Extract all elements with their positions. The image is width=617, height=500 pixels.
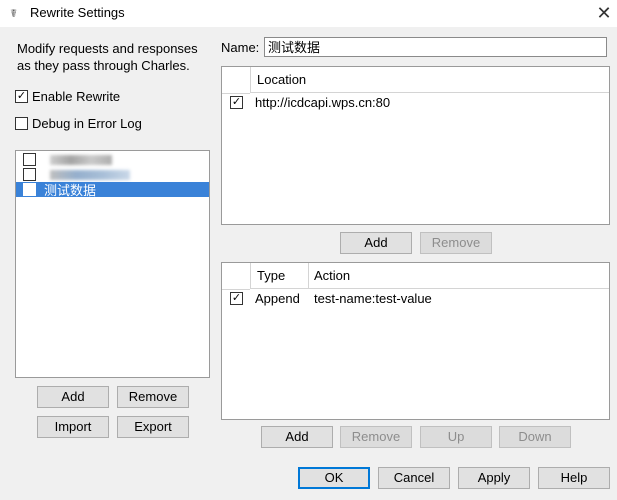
action-column-header[interactable]: Action [309,263,609,289]
list-item[interactable] [16,152,209,167]
remove-set-button[interactable]: Remove [117,386,189,408]
list-item-label-redacted [50,154,112,165]
name-label: Name: [221,40,260,55]
rule-row-type: Append [255,291,300,306]
list-item-label: 测试数据 [44,183,97,198]
cancel-button[interactable]: Cancel [378,467,450,489]
remove-location-button[interactable]: Remove [420,232,492,254]
export-button[interactable]: Export [117,416,189,438]
debug-error-log-check [15,117,28,130]
ok-button[interactable]: OK [298,467,370,489]
description-text: Modify requests and responses as they pa… [17,41,198,73]
locations-table[interactable]: Location ✓ http://icdcapi.wps.cn:80 [221,66,610,225]
add-rule-button[interactable]: Add [261,426,333,448]
list-item-checkbox[interactable] [23,183,36,196]
help-button[interactable]: Help [538,467,610,489]
rules-checkbox-header [222,263,250,290]
app-icon: ☤ [10,8,18,20]
debug-error-log-checkbox[interactable]: Debug in Error Log [15,116,142,131]
locations-checkbox-header [222,67,250,94]
type-column-header[interactable]: Type [251,263,308,289]
import-button[interactable]: Import [37,416,109,438]
list-item-checkbox[interactable] [23,168,36,181]
table-row[interactable]: ✓ http://icdcapi.wps.cn:80 [222,94,609,111]
move-up-button[interactable]: Up [420,426,492,448]
location-column-header[interactable]: Location [251,67,609,93]
rule-row-checkbox[interactable]: ✓ [230,292,243,305]
window-title: Rewrite Settings [30,5,125,20]
remove-rule-button[interactable]: Remove [340,426,412,448]
list-item[interactable]: 测试数据 [16,182,209,198]
add-set-button[interactable]: Add [37,386,109,408]
enable-rewrite-checkbox[interactable]: ✓ Enable Rewrite [15,89,120,104]
rule-row-action: test-name:test-value [314,291,432,306]
enable-rewrite-label: Enable Rewrite [32,89,121,104]
apply-button[interactable]: Apply [458,467,530,489]
location-row-value: http://icdcapi.wps.cn:80 [255,95,391,110]
list-item-label-redacted [50,169,130,180]
enable-rewrite-check: ✓ [15,90,28,103]
table-row[interactable]: ✓ Append test-name:test-value [222,290,609,307]
rewrite-sets-list[interactable]: 测试数据 [15,150,210,378]
move-down-button[interactable]: Down [499,426,571,448]
list-item-checkbox[interactable] [23,153,36,166]
close-button[interactable]: ✕ [592,2,616,24]
rules-table[interactable]: Type Action ✓ Append test-name:test-valu… [221,262,610,420]
location-row-checkbox[interactable]: ✓ [230,96,243,109]
name-field[interactable]: 测试数据 [264,37,607,57]
add-location-button[interactable]: Add [340,232,412,254]
close-icon: ✕ [596,3,612,23]
debug-error-log-label: Debug in Error Log [32,116,142,131]
